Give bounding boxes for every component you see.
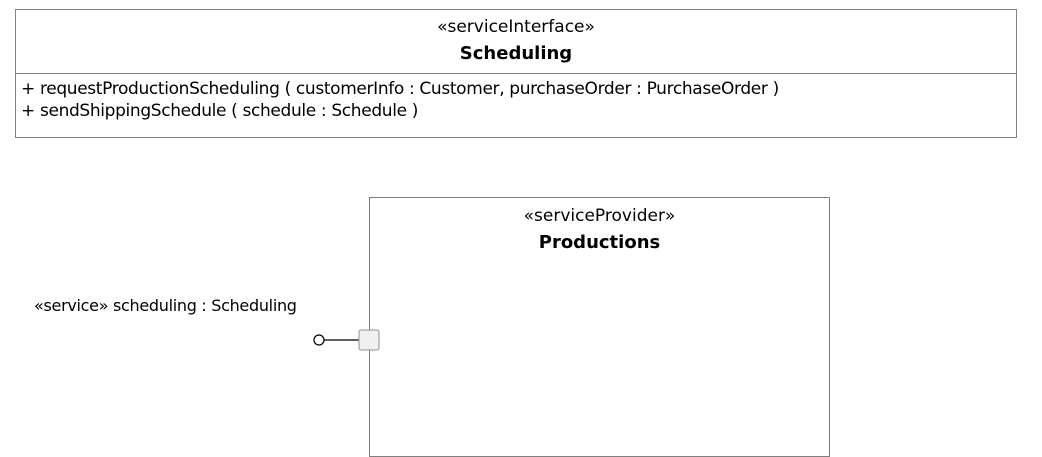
operation-request-production-scheduling[interactable]: + requestProductionScheduling ( customer…: [21, 78, 1016, 100]
interface-header: «serviceInterface» Scheduling: [16, 10, 1016, 74]
operation-send-shipping-schedule[interactable]: + sendShippingSchedule ( schedule : Sche…: [21, 100, 1016, 122]
service-port-connector: [313, 329, 380, 351]
provided-interface-lollipop-icon[interactable]: [313, 334, 325, 346]
interface-name: Scheduling: [459, 43, 573, 64]
service-port-square[interactable]: [358, 329, 380, 351]
component-stereotype: «serviceProvider»: [523, 206, 676, 226]
interface-operations-compartment: + requestProductionScheduling ( customer…: [16, 74, 1016, 122]
service-port-label: «service» scheduling : Scheduling: [34, 296, 297, 315]
service-provider-component[interactable]: «serviceProvider» Productions: [369, 197, 830, 457]
component-name: Productions: [538, 232, 661, 253]
interface-stereotype: «serviceInterface»: [437, 17, 595, 37]
service-interface-class[interactable]: «serviceInterface» Scheduling + requestP…: [15, 9, 1017, 138]
